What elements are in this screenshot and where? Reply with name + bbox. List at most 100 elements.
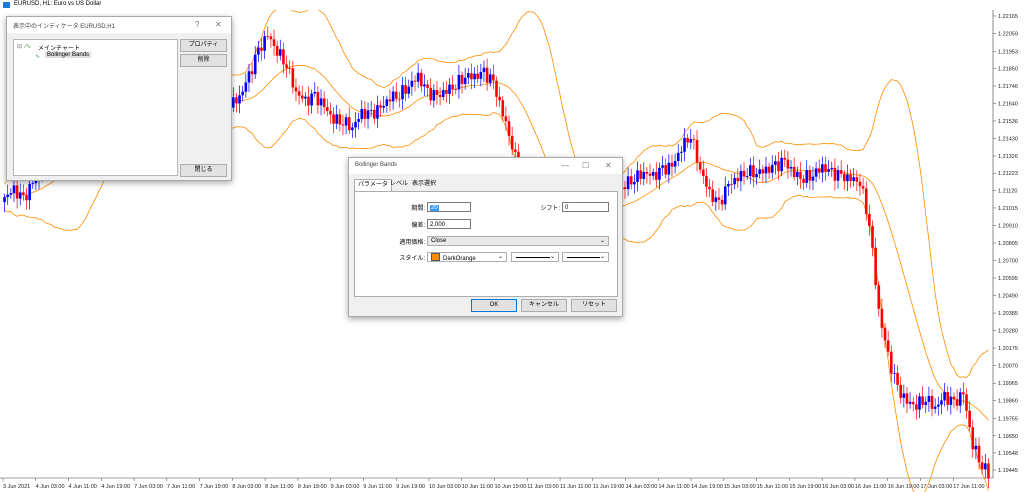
candle-bull: [232, 97, 235, 108]
line-style-select[interactable]: ⌄: [511, 252, 559, 262]
candle-bull: [673, 160, 677, 167]
candle-bear: [272, 39, 276, 46]
candle-bull: [764, 166, 768, 174]
candle-bear: [388, 99, 392, 102]
candle-bull: [479, 71, 483, 79]
y-tick-label: 1.19860: [998, 399, 1018, 405]
indicator-icon: ∿: [35, 54, 41, 60]
candle-bear: [987, 463, 990, 479]
close-icon[interactable]: ✕: [215, 20, 222, 29]
candle-bull: [441, 90, 445, 97]
candle-bull: [335, 114, 338, 124]
x-tick-label: 16 Jun 11:00: [855, 484, 886, 490]
maximize-icon[interactable]: ☐: [582, 161, 589, 170]
delete-button[interactable]: 削除: [180, 54, 227, 67]
help-button[interactable]: ?: [195, 20, 199, 29]
tree-node-main-chart[interactable]: メインチャート: [38, 43, 80, 52]
y-tick-label: 1.19445: [998, 468, 1018, 474]
candle-bull: [28, 183, 31, 201]
candle-bear: [413, 80, 417, 82]
minimize-icon[interactable]: —: [561, 161, 569, 170]
candle-bull: [774, 161, 777, 165]
candle-bull: [473, 73, 476, 80]
tree-node-bollinger-bands[interactable]: Bollinger Bands: [45, 52, 92, 58]
candle-bear: [438, 94, 442, 97]
indicators-window-title: 表示中のインディケータ EURUSD,H1: [13, 24, 115, 30]
candle-bear: [946, 392, 949, 405]
candle-bear: [874, 247, 877, 286]
chevron-down-icon: ⌄: [599, 254, 605, 260]
tree-collapse-icon[interactable]: ⊟: [17, 43, 22, 50]
candle-bull: [482, 67, 486, 72]
candle-bear: [22, 192, 25, 196]
candle-bear: [752, 165, 755, 178]
reset-button[interactable]: リセット: [571, 299, 617, 312]
cancel-button[interactable]: キャンセル: [521, 299, 567, 312]
candle-bear: [629, 176, 633, 185]
candle-bear: [426, 84, 429, 88]
candle-bull: [984, 463, 987, 470]
candle-bull: [836, 170, 840, 181]
candle-bear: [849, 174, 852, 182]
candle-bull: [933, 406, 937, 409]
shift-label: シフト:: [540, 206, 560, 212]
y-tick-label: 1.19650: [998, 434, 1018, 440]
candle-bear: [15, 185, 19, 199]
close-button[interactable]: 閉じる: [180, 164, 227, 177]
candle-bull: [733, 177, 736, 185]
candle-bear: [338, 114, 342, 125]
chevron-down-icon: ⌄: [599, 238, 605, 244]
candle-bear: [880, 308, 884, 328]
candle-bear: [833, 167, 837, 181]
color-select[interactable]: DarkOrange ⌄: [427, 252, 507, 262]
x-tick-label: 4 Jun 03:00: [36, 484, 65, 490]
x-tick-label: 7 Jun 11:00: [167, 484, 195, 490]
period-input[interactable]: 20: [427, 202, 471, 212]
x-tick-label: 17 Jun 03:00: [920, 484, 952, 490]
shift-input[interactable]: 0: [562, 202, 609, 212]
candle-bull: [6, 194, 9, 198]
y-tick-label: 1.21640: [998, 102, 1018, 108]
candle-bear: [451, 84, 454, 90]
candle-bear: [329, 111, 332, 115]
tab-visualization[interactable]: 表示選択: [409, 179, 439, 190]
candle-bull: [12, 185, 16, 194]
candle-bull: [385, 99, 389, 106]
chart-window-title: EURUSD, H1: Euro vs US Dollar: [14, 1, 102, 7]
y-tick-label: 1.20280: [998, 329, 1018, 335]
properties-button[interactable]: プロパティ: [180, 39, 227, 52]
candle-bull: [749, 165, 752, 177]
candle-bull: [467, 73, 470, 78]
ok-button[interactable]: OK: [471, 299, 517, 312]
candle-bear: [307, 96, 310, 106]
candle-bear: [702, 169, 705, 176]
candle-bear: [404, 85, 407, 94]
x-tick-label: 8 Jun 11:00: [265, 484, 293, 490]
candle-bull: [827, 169, 830, 172]
candle-bear: [25, 195, 28, 201]
tab-levels[interactable]: レベル: [387, 179, 411, 190]
line-width-select[interactable]: ⌄: [562, 252, 609, 262]
deviation-input[interactable]: 2.000: [427, 219, 471, 229]
x-tick-label: 9 Jun 03:00: [331, 484, 360, 490]
candle-bear: [915, 404, 918, 410]
candle-bull: [893, 372, 896, 374]
candle-bull: [247, 71, 251, 83]
indicator-tree: ⊟ ∕∿ メインチャート ∿ Bollinger Bands: [13, 39, 178, 176]
candle-bear: [971, 427, 975, 450]
candle-bull: [357, 119, 360, 122]
candle-bull: [902, 393, 906, 398]
candle-bear: [921, 396, 924, 405]
candle-bear: [285, 64, 288, 69]
candle-bull: [805, 170, 808, 183]
candle-bull: [940, 400, 943, 405]
apply-to-select[interactable]: Close ⌄: [427, 236, 609, 246]
candle-bull: [360, 108, 364, 120]
candle-bull: [488, 74, 492, 83]
candle-bear: [692, 139, 696, 140]
candle-bear: [639, 170, 642, 179]
x-tick-label: 15 Jun 03:00: [724, 484, 756, 490]
close-icon[interactable]: ✕: [605, 161, 612, 170]
candle-bear: [363, 108, 367, 119]
candle-bear: [282, 49, 285, 65]
